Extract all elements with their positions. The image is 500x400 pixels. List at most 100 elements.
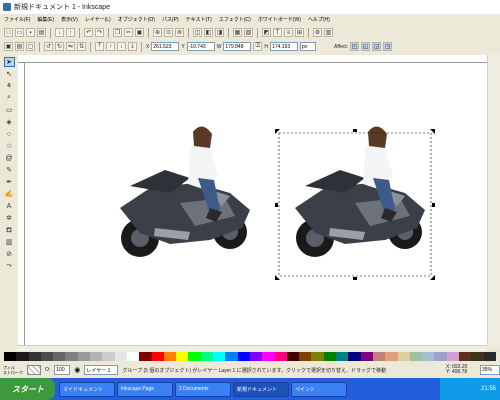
y-input[interactable]: -10.743: [186, 42, 215, 51]
swatch[interactable]: [336, 352, 349, 361]
import-icon[interactable]: ↓: [55, 28, 64, 37]
xml-editor-icon[interactable]: ≡: [284, 28, 293, 37]
swatch[interactable]: [40, 352, 54, 361]
menu-whiteboard[interactable]: ホワイトボード(W): [258, 16, 301, 23]
clone-icon[interactable]: ◧: [204, 28, 213, 37]
task-item[interactable]: 2 Documents: [175, 381, 231, 397]
swatch[interactable]: [4, 352, 17, 361]
new-document-icon[interactable]: □: [4, 28, 13, 37]
task-item[interactable]: Inkscape Page: [117, 381, 173, 397]
swatch[interactable]: [385, 352, 398, 361]
gradient-tool-icon[interactable]: ▥: [4, 237, 15, 247]
raise-top-icon[interactable]: ⤒: [95, 42, 104, 51]
drawing-canvas[interactable]: [25, 63, 487, 345]
menu-object[interactable]: オブジェクト(O): [118, 16, 155, 23]
undo-icon[interactable]: ↶: [84, 28, 93, 37]
swatch[interactable]: [286, 352, 300, 361]
vertical-scrollbar[interactable]: [487, 55, 500, 345]
pen-tool-icon[interactable]: ✒: [4, 177, 15, 187]
flip-horizontal-icon[interactable]: ⇋: [66, 42, 75, 51]
unit-select[interactable]: px: [300, 42, 317, 51]
motorcycle-image-copy[interactable]: [295, 126, 425, 257]
paste-icon[interactable]: ▣: [135, 28, 144, 37]
clock[interactable]: 21:55: [481, 386, 496, 392]
vertical-ruler[interactable]: [18, 63, 25, 345]
swatch[interactable]: [151, 352, 164, 361]
menu-edit[interactable]: 編集(E): [37, 16, 54, 23]
fill-swatch[interactable]: [27, 365, 41, 375]
swatch[interactable]: [274, 352, 287, 361]
start-button[interactable]: スタート: [0, 378, 55, 400]
cut-icon[interactable]: ✂: [124, 28, 133, 37]
swatch[interactable]: [53, 352, 66, 361]
x-input[interactable]: 261.523: [151, 42, 180, 51]
horizontal-ruler[interactable]: [18, 55, 492, 63]
calligraphy-tool-icon[interactable]: ✍: [4, 189, 15, 199]
zoom-drawing-icon[interactable]: ⊙: [164, 28, 173, 37]
affect-gradient-icon[interactable]: ◲: [372, 42, 382, 51]
swatch[interactable]: [200, 352, 214, 361]
task-item[interactable]: マイドキュメント: [59, 381, 115, 397]
select-all-layers-icon[interactable]: ▤: [15, 42, 24, 51]
text-tool-icon[interactable]: A: [4, 201, 15, 211]
height-input[interactable]: 174.193: [270, 42, 299, 51]
menu-path[interactable]: パス(P): [162, 16, 179, 23]
swatch[interactable]: [213, 352, 226, 361]
swatch[interactable]: [16, 352, 29, 361]
raise-icon[interactable]: ↑: [106, 42, 115, 51]
swatch[interactable]: [434, 352, 447, 361]
ellipse-tool-icon[interactable]: ○: [4, 129, 15, 139]
swatch[interactable]: [65, 352, 78, 361]
zoom-selection-icon[interactable]: ⊕: [153, 28, 162, 37]
opacity-input[interactable]: 100: [54, 365, 71, 375]
swatch[interactable]: [188, 352, 201, 361]
layer-visibility-icon[interactable]: ◉: [74, 366, 80, 374]
swatch[interactable]: [163, 352, 177, 361]
print-icon[interactable]: ▤: [37, 28, 46, 37]
select-all-icon[interactable]: ▣: [4, 42, 13, 51]
fill-stroke-indicator[interactable]: フィル ストローク: [3, 365, 23, 375]
swatch[interactable]: [483, 352, 496, 361]
document-properties-icon[interactable]: ▥: [324, 28, 333, 37]
lower-icon[interactable]: ↓: [117, 42, 126, 51]
flip-vertical-icon[interactable]: ⇅: [77, 42, 86, 51]
swatch[interactable]: [114, 352, 127, 361]
unlink-clone-icon[interactable]: ◨: [215, 28, 224, 37]
menu-effects[interactable]: エフェクト(C): [219, 16, 251, 23]
group-icon[interactable]: ▦: [233, 28, 242, 37]
swatch[interactable]: [323, 352, 337, 361]
node-tool-icon[interactable]: ↖: [4, 69, 15, 79]
menu-view[interactable]: 表示(V): [61, 16, 78, 23]
duplicate-icon[interactable]: ◫: [193, 28, 202, 37]
swatch[interactable]: [77, 352, 91, 361]
swatch[interactable]: [102, 352, 115, 361]
swatch[interactable]: [458, 352, 472, 361]
task-item[interactable]: ペイント: [291, 381, 347, 397]
pencil-tool-icon[interactable]: ✎: [4, 165, 15, 175]
dropper-tool-icon[interactable]: ⊘: [4, 249, 15, 259]
lower-bottom-icon[interactable]: ⤓: [128, 42, 137, 51]
spray-tool-icon[interactable]: ✲: [4, 213, 15, 223]
swatch[interactable]: [446, 352, 459, 361]
swatch[interactable]: [237, 352, 250, 361]
swatch[interactable]: [28, 352, 41, 361]
open-icon[interactable]: ▭: [15, 28, 24, 37]
box3d-tool-icon[interactable]: ◈: [4, 117, 15, 127]
swatch[interactable]: [126, 352, 140, 361]
swatch[interactable]: [249, 352, 263, 361]
swatch[interactable]: [139, 352, 152, 361]
swatch[interactable]: [397, 352, 410, 361]
deselect-icon[interactable]: ▢: [26, 42, 35, 51]
save-icon[interactable]: ▪: [26, 28, 35, 37]
paint-bucket-tool-icon[interactable]: ⛾: [4, 225, 15, 235]
menu-layer[interactable]: レイヤー(L): [85, 16, 111, 23]
swatch[interactable]: [262, 352, 275, 361]
rotate-ccw-icon[interactable]: ↺: [44, 42, 53, 51]
align-distribute-icon[interactable]: ⊞: [295, 28, 304, 37]
menu-text[interactable]: テキスト(T): [186, 16, 212, 23]
swatch[interactable]: [409, 352, 423, 361]
spiral-tool-icon[interactable]: @: [4, 153, 15, 163]
text-font-icon[interactable]: T: [273, 28, 282, 37]
connector-tool-icon[interactable]: ⤳: [4, 261, 15, 271]
affect-stroke-icon[interactable]: ◰: [350, 42, 360, 51]
